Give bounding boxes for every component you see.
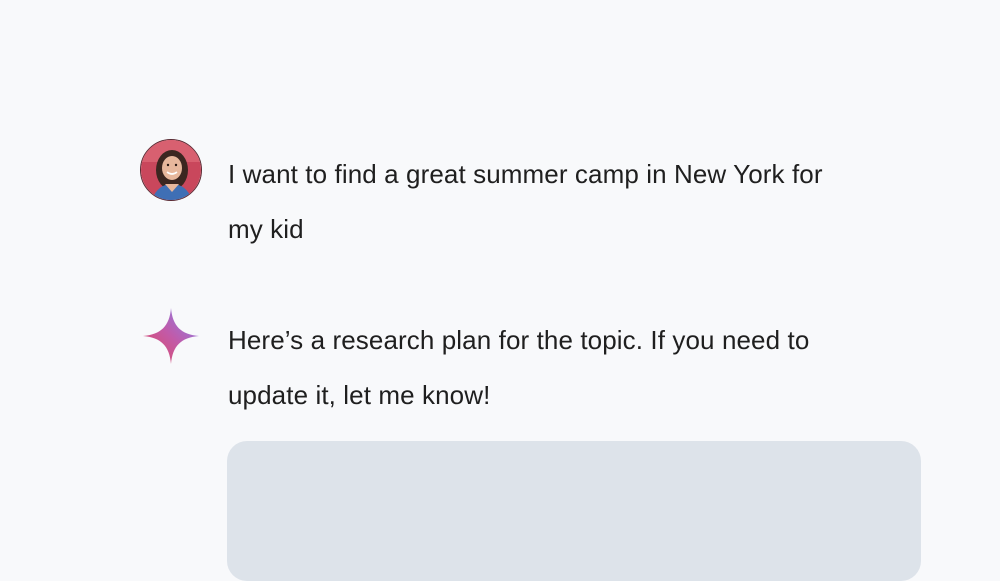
gemini-spark-icon: [140, 305, 202, 367]
user-turn: I want to find a great summer camp in Ne…: [140, 139, 828, 257]
research-plan-card[interactable]: [227, 441, 921, 581]
model-turn: Here’s a research plan for the topic. If…: [140, 305, 828, 423]
model-message: Here’s a research plan for the topic. If…: [228, 325, 810, 410]
user-avatar: [140, 139, 202, 201]
user-message: I want to find a great summer camp in Ne…: [228, 159, 823, 244]
user-avatar-icon: [141, 140, 201, 200]
